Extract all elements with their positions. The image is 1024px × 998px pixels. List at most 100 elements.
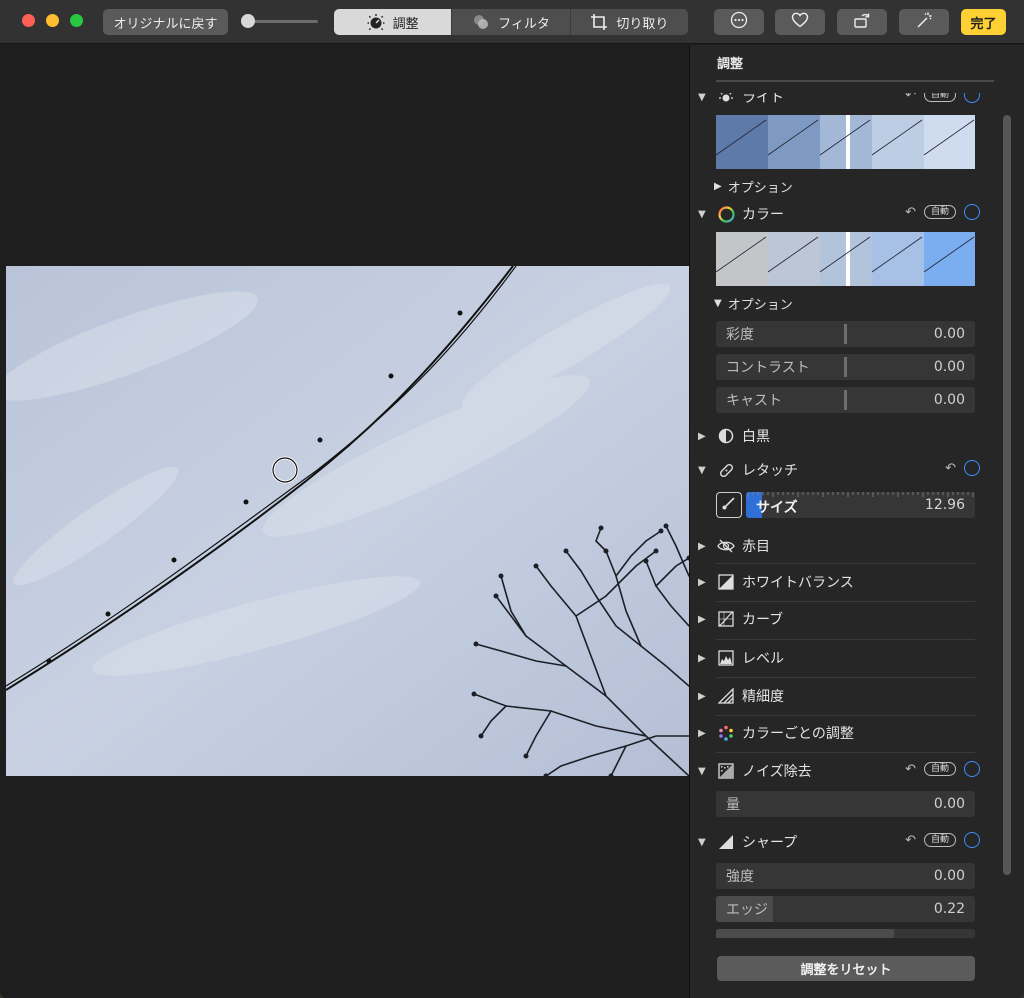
done-button[interactable]: 完了 [961, 9, 1006, 35]
contrast-label: コントラスト [726, 360, 810, 376]
color-toggle-circle[interactable] [964, 204, 980, 220]
undo-icon[interactable]: ↶ [905, 93, 916, 103]
section-light[interactable]: ▼ ライト ↶ 自動 [698, 93, 980, 109]
light-toggle-circle[interactable] [964, 93, 980, 103]
tab-filter[interactable]: フィルタ [452, 9, 571, 35]
noise-amount-slider[interactable]: 量 0.00 [716, 791, 975, 817]
section-red-eye[interactable]: ▶ 赤目 [698, 534, 978, 558]
cast-value: 0.00 [933, 392, 965, 408]
disclosure-triangle-icon[interactable]: ▶ [698, 691, 712, 702]
sharpen-falloff-fill [716, 929, 894, 938]
noise-auto-button[interactable]: 自動 [923, 762, 956, 776]
undo-icon[interactable]: ↶ [905, 762, 916, 777]
auto-enhance-button[interactable] [899, 9, 949, 35]
tab-adjust-label: 調整 [392, 16, 419, 32]
section-sharpen[interactable]: ▼ シャープ ↶ 自動 [698, 830, 980, 854]
disclosure-triangle-icon[interactable]: ▼ [698, 93, 712, 103]
revert-to-original-button[interactable]: オリジナルに戻す [103, 9, 228, 35]
undo-icon[interactable]: ↶ [945, 461, 956, 476]
light-thumbnail-strip[interactable] [716, 115, 975, 169]
contrast-slider[interactable]: コントラスト 0.00 [716, 354, 975, 380]
rotate-icon [853, 11, 871, 33]
close-window-button[interactable] [22, 14, 35, 27]
disclosure-triangle-icon[interactable]: ▶ [698, 614, 712, 625]
sun-icon [716, 93, 736, 106]
slider-center-tick [844, 324, 847, 344]
reset-adjustments-button[interactable]: 調整をリセット [717, 956, 975, 981]
disclosure-triangle-icon[interactable]: ▼ [698, 465, 712, 476]
disclosure-triangle-icon[interactable]: ▼ [698, 837, 712, 848]
disclosure-triangle-icon[interactable]: ▼ [698, 209, 712, 220]
sky-photo[interactable] [6, 266, 689, 776]
retouch-size-label: サイズ [756, 500, 798, 516]
sharpen-edges-slider[interactable]: エッジ 0.22 [716, 896, 975, 922]
disclosure-triangle-icon[interactable]: ▶ [698, 653, 712, 664]
more-options-button[interactable] [714, 9, 764, 35]
section-sharpen-label: シャープ [742, 835, 798, 851]
levels-histogram-icon [716, 649, 736, 667]
color-options-label: オプション [727, 298, 793, 313]
cast-label: キャスト [726, 393, 782, 409]
rotate-button[interactable] [837, 9, 887, 35]
section-noise-reduction-label: ノイズ除去 [742, 764, 812, 780]
undo-icon[interactable]: ↶ [905, 833, 916, 848]
color-wheel-icon [716, 205, 736, 223]
section-selective-color-label: カラーごとの調整 [742, 726, 854, 742]
color-auto-button[interactable]: 自動 [923, 205, 956, 219]
retouch-size-slider[interactable]: サイズ 12.96 [746, 492, 975, 518]
noise-toggle-circle[interactable] [964, 761, 980, 777]
section-retouch[interactable]: ▼ レタッチ ↶ [698, 458, 980, 482]
favorite-button[interactable] [775, 9, 825, 35]
sharpen-triangle-icon [716, 833, 736, 851]
zoom-window-button[interactable] [70, 14, 83, 27]
sharpen-auto-button[interactable]: 自動 [923, 833, 956, 847]
zoom-slider-track[interactable] [246, 20, 318, 23]
saturation-value: 0.00 [933, 326, 965, 342]
adjustments-scroll-area[interactable]: ▼ ライト ↶ 自動 ▶ オプション ▼ カラー ↶ 自動 ▼ オプション 彩度… [690, 93, 1024, 938]
disclosure-triangle-icon[interactable]: ▶ [698, 431, 712, 442]
section-levels[interactable]: ▶ レベル [698, 646, 978, 670]
sharpen-edges-label: エッジ [726, 902, 768, 918]
section-selective-color[interactable]: ▶ カラーごとの調整 [698, 721, 978, 745]
section-noise-reduction[interactable]: ▼ ノイズ除去 ↶ 自動 [698, 759, 980, 783]
disclosure-triangle-icon[interactable]: ▼ [698, 766, 712, 777]
tab-adjust[interactable]: 調整 [334, 9, 453, 35]
light-options-toggle[interactable]: ▶ オプション [714, 177, 793, 196]
sharpen-toggle-circle[interactable] [964, 832, 980, 848]
zoom-slider-knob[interactable] [241, 14, 255, 28]
color-dots-icon [716, 724, 736, 742]
saturation-slider[interactable]: 彩度 0.00 [716, 321, 975, 347]
noise-amount-label: 量 [726, 797, 740, 813]
half-circle-icon [716, 427, 736, 445]
retouch-toggle-circle[interactable] [964, 460, 980, 476]
light-auto-button[interactable]: 自動 [923, 93, 956, 102]
white-balance-icon [716, 573, 736, 591]
retouch-brush-button[interactable] [716, 492, 742, 518]
undo-icon[interactable]: ↶ [905, 205, 916, 220]
section-curves[interactable]: ▶ カーブ [698, 607, 978, 631]
photo-canvas[interactable] [6, 45, 689, 998]
section-light-label: ライト [742, 93, 784, 106]
section-black-white[interactable]: ▶ 白黒 [698, 424, 978, 448]
disclosure-triangle-icon[interactable]: ▶ [698, 728, 712, 739]
cast-slider[interactable]: キャスト 0.00 [716, 387, 975, 413]
section-light-controls: ↶ 自動 [905, 93, 980, 103]
color-thumbnail-strip[interactable] [716, 232, 975, 286]
sharpen-intensity-slider[interactable]: 強度 0.00 [716, 863, 975, 889]
minimize-window-button[interactable] [46, 14, 59, 27]
section-color[interactable]: ▼ カラー ↶ 自動 [698, 202, 980, 226]
disclosure-triangle-icon[interactable]: ▶ [698, 577, 712, 588]
tab-crop[interactable]: 切り取り [571, 9, 688, 35]
eye-slash-icon [716, 537, 736, 555]
photos-edit-window: オリジナルに戻す 調整 フィルタ 切り取り 完了 調整 ▼ ライト ↶ 自動 ▶… [0, 0, 1024, 998]
color-options-toggle[interactable]: ▼ オプション [714, 294, 793, 313]
section-divider [716, 752, 975, 753]
section-retouch-label: レタッチ [742, 463, 798, 479]
slider-center-tick [844, 390, 847, 410]
section-white-balance[interactable]: ▶ ホワイトバランス [698, 570, 978, 594]
light-options-label: オプション [727, 181, 793, 196]
section-definition[interactable]: ▶ 精細度 [698, 684, 978, 708]
sharpen-falloff-slider[interactable] [716, 929, 975, 938]
panel-scrollbar[interactable] [1003, 115, 1011, 875]
disclosure-triangle-icon[interactable]: ▶ [698, 541, 712, 552]
